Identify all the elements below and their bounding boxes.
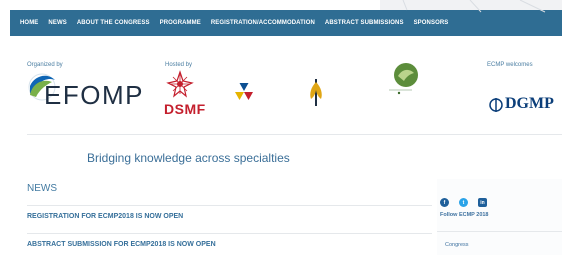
organized-by-label: Organized by <box>27 62 63 68</box>
facebook-icon[interactable]: f <box>440 198 449 207</box>
congress-label: Congress <box>445 242 469 248</box>
news-link-abstract-submission[interactable]: ABSTRACT SUBMISSION FOR ECMP2018 IS NOW … <box>27 241 216 248</box>
linkedin-icon[interactable]: in <box>478 198 487 207</box>
news-link-registration[interactable]: REGISTRATION FOR ECMP2018 IS NOW OPEN <box>27 213 183 220</box>
nav-item-registration-accommodation[interactable]: REGISTRATION/ACCOMMODATION <box>201 20 315 26</box>
nav-item-news[interactable]: NEWS <box>38 20 66 26</box>
hosted-by-label: Hosted by <box>165 62 193 68</box>
header-divider <box>27 134 562 135</box>
dgmp-logo-text: DGMP <box>505 95 554 112</box>
news-heading: NEWS <box>27 183 57 194</box>
nav-item-sponsors[interactable]: SPONSORS <box>404 20 449 26</box>
dsmf-logo-text: DSMF <box>164 101 206 117</box>
news-divider-top <box>27 205 432 206</box>
nav-item-programme[interactable]: PROGRAMME <box>150 20 201 26</box>
main-navigation: HOME NEWS ABOUT THE CONGRESS PROGRAMME R… <box>10 10 562 36</box>
top-strip-shape <box>380 0 562 10</box>
sidebar-divider <box>437 231 562 232</box>
ecmp-welcomes-label: ECMP welcomes <box>487 62 533 68</box>
nav-item-abstract-submissions[interactable]: ABSTRACT SUBMISSIONS <box>315 20 404 26</box>
efomp-logo-text: EFOMP <box>44 80 144 110</box>
news-divider-middle <box>27 233 432 234</box>
page-tagline: Bridging knowledge across specialties <box>87 151 290 165</box>
nav-item-about-the-congress[interactable]: ABOUT THE CONGRESS <box>67 20 150 26</box>
twitter-icon[interactable]: t <box>459 198 468 207</box>
nav-item-home[interactable]: HOME <box>10 20 38 26</box>
follow-ecmp-label: Follow ECMP 2018 <box>440 212 489 218</box>
